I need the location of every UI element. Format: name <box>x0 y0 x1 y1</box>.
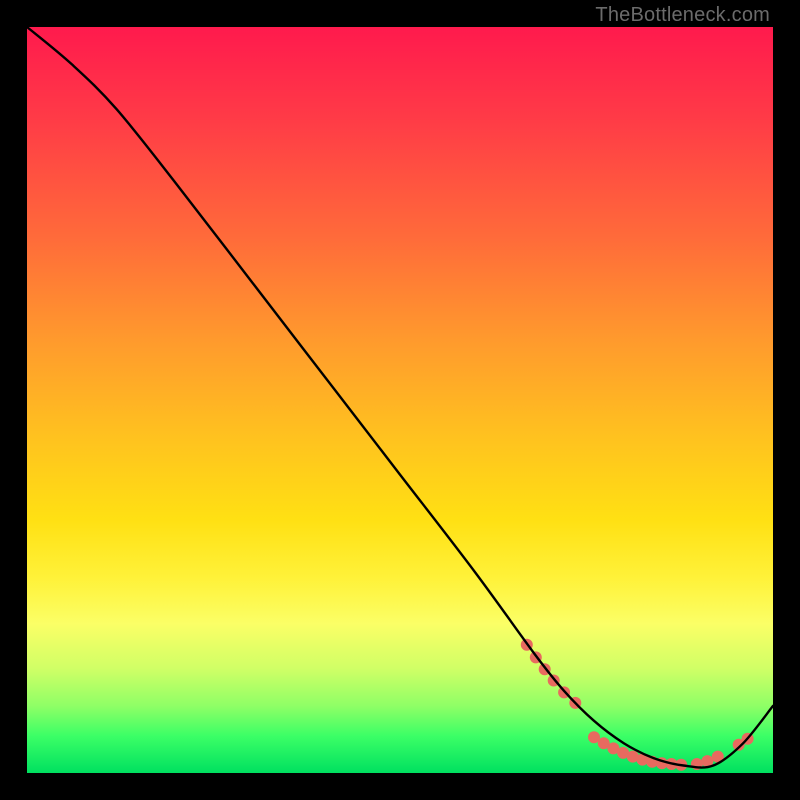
chart-frame: TheBottleneck.com <box>0 0 800 800</box>
plot-area <box>27 27 773 773</box>
watermark-text: TheBottleneck.com <box>595 4 770 27</box>
chart-svg <box>27 27 773 773</box>
bottleneck-curve <box>27 27 773 768</box>
